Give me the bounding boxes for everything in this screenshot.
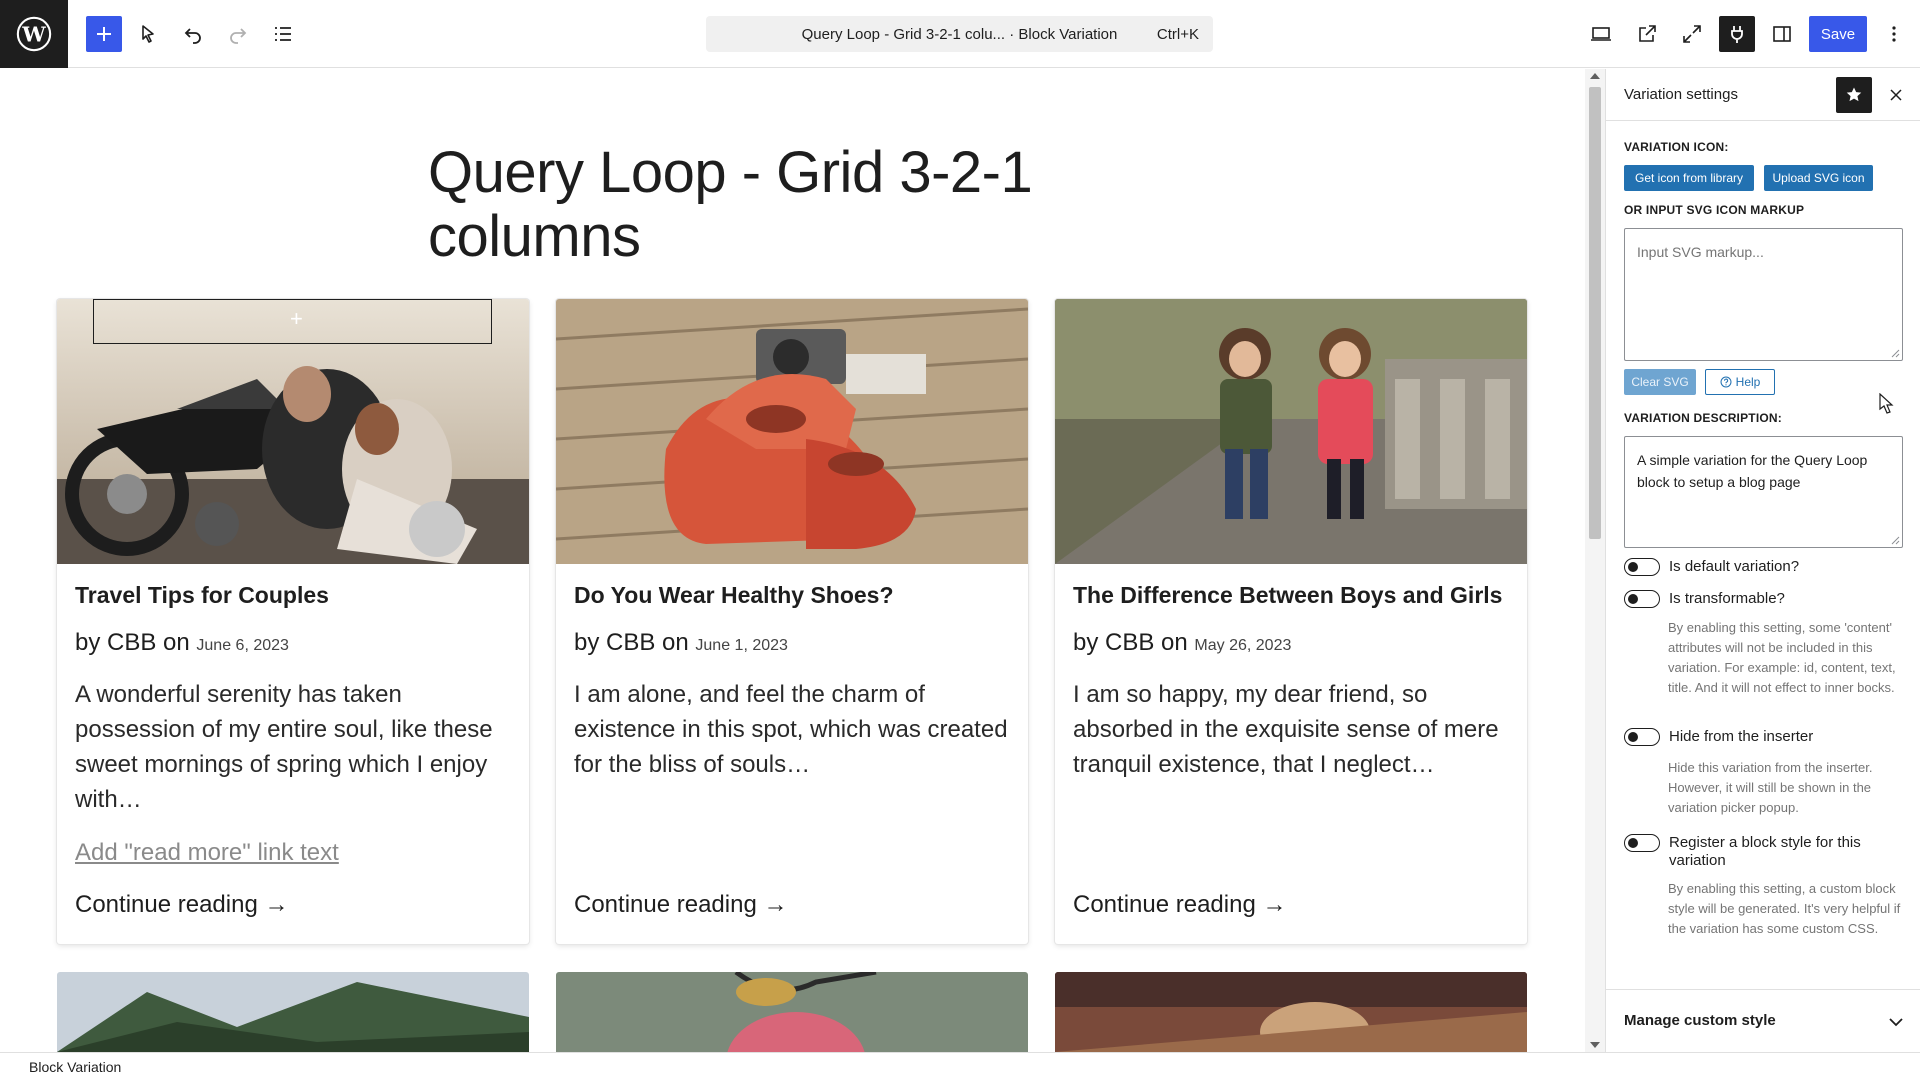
sidebar-header: Variation settings (1606, 69, 1920, 121)
breadcrumb[interactable]: Block Variation (29, 1059, 121, 1075)
toggle-switch[interactable] (1624, 834, 1660, 852)
post-title[interactable]: Do You Wear Healthy Shoes? (574, 582, 894, 609)
options-menu-icon[interactable] (1876, 16, 1912, 52)
command-shortcut: Ctrl+K (1156, 25, 1199, 43)
variation-description-input[interactable]: A simple variation for the Query Loop bl… (1624, 436, 1903, 548)
help-icon (1720, 376, 1732, 388)
post-meta: by CBB on June 1, 2023 (574, 629, 788, 657)
editor-footer: Block Variation (0, 1052, 1920, 1080)
canvas-scrollbar[interactable] (1585, 69, 1605, 1052)
upload-svg-icon-button[interactable]: Upload SVG icon (1764, 165, 1873, 191)
view-external-icon[interactable] (1629, 16, 1665, 52)
post-excerpt[interactable]: I am so happy, my dear friend, so absorb… (1073, 677, 1513, 782)
save-button[interactable]: Save (1809, 16, 1867, 52)
document-title: Query Loop - Grid 3-2-1 colu... · Block … (801, 25, 1118, 43)
editor-canvas: Query Loop - Grid 3-2-1 columns Travel T… (0, 69, 1585, 1052)
toggle-label: Register a block style for this variatio… (1669, 834, 1861, 869)
post-title[interactable]: The Difference Between Boys and Girls (1073, 582, 1502, 609)
post-meta: by CBB on June 6, 2023 (75, 629, 289, 657)
star-icon[interactable] (1836, 77, 1872, 113)
hide-from-inserter-toggle[interactable]: Hide from the inserter (1624, 728, 1813, 746)
redo-icon[interactable] (220, 16, 256, 52)
block-inserter-outline[interactable]: + (93, 299, 492, 344)
variation-icon-label: VARIATION ICON: (1624, 140, 1729, 154)
select-tool-icon[interactable] (130, 16, 166, 52)
post-meta: by CBB on May 26, 2023 (1073, 629, 1291, 657)
resize-handle-icon[interactable] (1890, 348, 1900, 358)
transformable-toggle[interactable]: Is transformable? (1624, 590, 1785, 608)
toggle-switch[interactable] (1624, 590, 1660, 608)
svg-markup-input[interactable]: Input SVG markup... (1624, 228, 1903, 361)
post-date: May 26, 2023 (1194, 637, 1292, 654)
post-card[interactable]: Do You Wear Healthy Shoes? by CBB on Jun… (556, 299, 1028, 944)
read-more-placeholder[interactable]: Add "read more" link text (75, 839, 339, 867)
chevron-down-icon[interactable] (1884, 1010, 1908, 1034)
post-date: June 6, 2023 (196, 637, 289, 654)
settings-sidebar-icon[interactable] (1764, 16, 1800, 52)
transformable-help-text: By enabling this setting, some 'content'… (1668, 620, 1896, 695)
device-preview-icon[interactable] (1583, 16, 1619, 52)
close-icon[interactable] (1884, 83, 1908, 107)
wordpress-logo-icon[interactable]: W (0, 0, 68, 68)
toggle-label: Is default variation? (1669, 558, 1800, 575)
default-variation-toggle[interactable]: Is default variation? (1624, 558, 1799, 576)
post-featured-image[interactable] (556, 299, 1028, 564)
document-overview-icon[interactable] (265, 16, 301, 52)
post-featured-image[interactable] (556, 972, 1028, 1052)
post-excerpt[interactable]: A wonderful serenity has taken possessio… (75, 677, 515, 817)
svg-text:W: W (21, 22, 46, 47)
register-block-style-toggle[interactable]: Register a block style for this variatio… (1624, 834, 1904, 870)
post-card[interactable]: Travel Tips for Couples by CBB on June 6… (57, 299, 529, 944)
manage-custom-style-label: Manage custom style (1624, 1012, 1776, 1029)
scrollbar-thumb[interactable] (1589, 87, 1601, 539)
help-button-label: Help (1735, 375, 1761, 389)
post-author: by CBB on (574, 629, 689, 656)
post-featured-image[interactable] (1055, 299, 1527, 564)
mouse-cursor-icon (1879, 393, 1894, 414)
variation-settings-sidebar: Variation settings VARIATION ICON: Get i… (1605, 69, 1920, 1052)
sidebar-title: Variation settings (1624, 86, 1738, 103)
fullscreen-icon[interactable] (1674, 16, 1710, 52)
post-title[interactable]: Travel Tips for Couples (75, 582, 329, 609)
continue-reading-link[interactable]: Continue reading → (574, 891, 787, 919)
page-title[interactable]: Query Loop - Grid 3-2-1 columns (428, 141, 1128, 269)
post-date: June 1, 2023 (695, 637, 788, 654)
svg-markup-label: OR INPUT SVG ICON MARKUP (1624, 203, 1805, 217)
toggle-label: Hide from the inserter (1669, 728, 1814, 745)
scroll-down-icon[interactable] (1590, 1042, 1600, 1048)
get-icon-from-library-button[interactable]: Get icon from library (1624, 165, 1754, 191)
undo-icon[interactable] (175, 16, 211, 52)
hide-from-inserter-help-text: Hide this variation from the inserter. H… (1668, 760, 1873, 815)
scroll-up-icon[interactable] (1590, 73, 1600, 79)
post-featured-image[interactable] (1055, 972, 1527, 1052)
continue-reading-link[interactable]: Continue reading → (1073, 891, 1286, 919)
editor-toolbar: W Query Loop - Grid 3-2-1 colu... · Bloc… (0, 0, 1920, 68)
resize-handle-icon[interactable] (1890, 535, 1900, 545)
post-author: by CBB on (1073, 629, 1188, 656)
toggle-switch[interactable] (1624, 558, 1660, 576)
plus-icon[interactable]: + (290, 308, 303, 330)
toggle-switch[interactable] (1624, 728, 1660, 746)
help-button[interactable]: Help (1705, 369, 1775, 395)
register-block-style-help-text: By enabling this setting, a custom block… (1668, 881, 1901, 936)
svg-markup-placeholder: Input SVG markup... (1637, 244, 1764, 260)
continue-reading-link[interactable]: Continue reading → (75, 891, 288, 919)
post-excerpt[interactable]: I am alone, and feel the charm of existe… (574, 677, 1014, 782)
clear-svg-button[interactable]: Clear SVG (1624, 369, 1696, 395)
post-author: by CBB on (75, 629, 190, 656)
toggle-label: Is transformable? (1669, 590, 1785, 607)
document-bar[interactable]: Query Loop - Grid 3-2-1 colu... · Block … (706, 16, 1213, 52)
manage-custom-style-panel[interactable]: Manage custom style (1606, 989, 1920, 1052)
variation-description-label: VARIATION DESCRIPTION: (1624, 411, 1782, 425)
plugin-icon[interactable] (1719, 16, 1755, 52)
post-card[interactable]: The Difference Between Boys and Girls by… (1055, 299, 1527, 944)
add-block-button[interactable] (86, 16, 122, 52)
post-featured-image[interactable] (57, 972, 529, 1052)
variation-description-value: A simple variation for the Query Loop bl… (1637, 452, 1868, 490)
